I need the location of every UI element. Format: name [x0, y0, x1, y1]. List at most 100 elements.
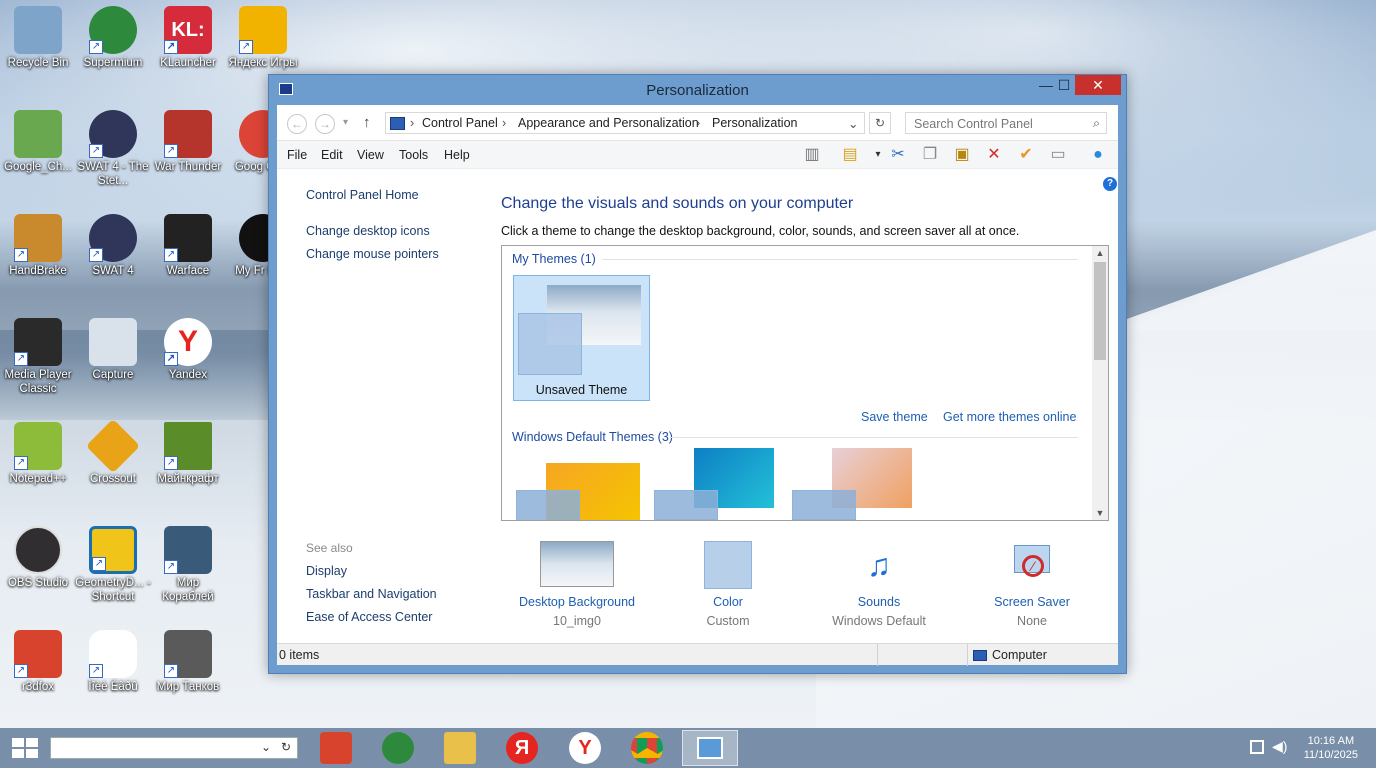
menu-tools[interactable]: Tools — [399, 148, 428, 162]
taskbar-search-input[interactable]: ⌄ ↻ — [50, 737, 298, 759]
change-mouse-pointers-link[interactable]: Change mouse pointers — [306, 247, 439, 261]
desktop-icon-my-games[interactable]: ↗ Ìîèè Èãðû — [75, 630, 151, 694]
taskbar-yandex-icon[interactable]: Я — [506, 732, 538, 764]
taskbar-yandex-browser-icon[interactable]: Y — [569, 732, 601, 764]
windows-start-icon[interactable] — [12, 738, 38, 758]
unsaved-theme-tile[interactable]: Unsaved Theme — [513, 275, 650, 401]
breadcrumb[interactable]: › Control Panel › Appearance and Persona… — [385, 112, 865, 134]
recent-locations-chevron-icon[interactable]: ▾ — [343, 117, 348, 128]
desktop-icon-mir-korabley[interactable]: ↗ Мир Кораблей — [150, 526, 226, 604]
shortcut-arrow-icon: ↗ — [164, 456, 178, 470]
rename-icon[interactable]: ▭ — [1047, 145, 1069, 165]
search-refresh-icon[interactable]: ↻ — [281, 740, 291, 754]
scrollbar-thumb[interactable] — [1094, 262, 1106, 360]
close-button[interactable]: ✕ — [1075, 75, 1121, 95]
checkmark-icon[interactable]: ✔ — [1015, 145, 1037, 165]
paste-icon[interactable]: ▣ — [951, 145, 973, 165]
refresh-icon[interactable]: ↻ — [869, 112, 891, 134]
taskbar-supermium-icon[interactable] — [382, 732, 414, 764]
save-theme-link[interactable]: Save theme — [861, 410, 928, 424]
desktop-icon-geometry-dash[interactable]: ↗ GeometryD... - Shortcut — [75, 526, 151, 604]
volume-icon[interactable]: ◀) — [1272, 738, 1287, 755]
desktop-icon-swat4-stetchkov[interactable]: ↗ SWAT 4 - The Stet... — [75, 110, 151, 188]
menu-help[interactable]: Help — [444, 148, 470, 162]
theme-tile-flowers[interactable] — [792, 448, 916, 520]
up-arrow-icon[interactable]: ↑ — [363, 114, 371, 131]
scroll-up-arrow-icon[interactable]: ▲ — [1092, 248, 1108, 258]
desktop-icon-notepad-plus-plus[interactable]: ↗ Notepad++ — [0, 422, 76, 486]
forward-arrow-icon[interactable]: → — [315, 114, 335, 134]
taskbar-r3dfox-icon[interactable] — [320, 732, 352, 764]
desktop-icon-klauncher[interactable]: KL: ↗ KLauncher — [150, 6, 226, 70]
tanks-icon: ↗ — [164, 630, 212, 678]
desktop-icon-capture[interactable]: Capture — [75, 318, 151, 382]
search-dropdown-chevron-icon[interactable]: ⌄ — [261, 740, 271, 754]
desktop-icon-supermium[interactable]: ↗ Supermium — [75, 6, 151, 70]
breadcrumb-appearance[interactable]: Appearance and Personalization — [518, 116, 699, 130]
layout-pane-icon[interactable]: ▥ — [801, 145, 823, 165]
desktop-icon-yandex-games[interactable]: ↗ Яндекс Игры — [225, 6, 301, 70]
desktop-icon-swat4[interactable]: ↗ SWAT 4 — [75, 214, 151, 278]
sounds-value: Windows Default — [832, 614, 926, 628]
menu-bar: File Edit View Tools Help ▥ ▤ ▾ ✂ ❐ ▣ ✕ … — [277, 141, 1118, 169]
properties-folder-icon[interactable]: ▤ — [839, 145, 861, 165]
change-desktop-icons-link[interactable]: Change desktop icons — [306, 224, 430, 238]
search-input[interactable]: Search Control Panel ⌕ — [905, 112, 1107, 134]
supermium-icon: ↗ — [89, 6, 137, 54]
desktop-icon-warface[interactable]: ↗ Warface — [150, 214, 226, 278]
control-panel-home-link[interactable]: Control Panel Home — [306, 188, 419, 202]
desktop-icon-handbrake[interactable]: ↗ HandBrake — [0, 214, 76, 278]
help-icon[interactable]: ? — [1103, 177, 1117, 191]
get-more-themes-link[interactable]: Get more themes online — [943, 410, 1076, 424]
desktop-icon-google-chrome-setup[interactable]: Google_Ch... — [0, 110, 76, 174]
desktop-icon-mir-tankov[interactable]: ↗ Мир Танков — [150, 630, 226, 694]
desktop-icon-media-player-classic[interactable]: ↗ Media Player Classic — [0, 318, 76, 396]
ease-of-access-link[interactable]: Ease of Access Center — [306, 610, 432, 624]
computer-icon — [973, 650, 987, 661]
breadcrumb-personalization[interactable]: Personalization — [712, 116, 797, 130]
theme-tile-windows[interactable] — [516, 463, 640, 520]
themes-scrollbar[interactable]: ▲ ▼ — [1092, 246, 1108, 520]
shortcut-arrow-icon: ↗ — [164, 144, 178, 158]
properties-dropdown-icon[interactable]: ▾ — [867, 145, 889, 165]
desktop-background-tile[interactable]: Desktop Background 10_img0 — [501, 541, 653, 628]
taskbar-chrome-icon[interactable] — [631, 732, 663, 764]
desktop-icon-yandex[interactable]: Y ↗ Yandex — [150, 318, 226, 382]
menu-view[interactable]: View — [357, 148, 384, 162]
window-titlebar[interactable]: Personalization — ☐ ✕ — [269, 75, 1126, 105]
shortcut-arrow-icon: ↗ — [92, 557, 106, 571]
menu-edit[interactable]: Edit — [321, 148, 343, 162]
breadcrumb-separator-icon: › — [410, 116, 415, 130]
menu-file[interactable]: File — [287, 148, 307, 162]
desktop-icon-obs-studio[interactable]: OBS Studio — [0, 526, 76, 590]
breadcrumb-control-panel[interactable]: Control Panel — [422, 116, 498, 130]
desktop-icon-war-thunder[interactable]: ↗ War Thunder — [150, 110, 226, 174]
taskbar-file-explorer-icon[interactable] — [444, 732, 476, 764]
desktop-icon-r3dfox[interactable]: ↗ r3dfox — [0, 630, 76, 694]
desktop-icon-minecraft[interactable]: ↗ Майнкрафт — [150, 422, 226, 486]
address-bar: ← → ▾ ↑ › Control Panel › Appearance and… — [277, 105, 1118, 141]
network-icon[interactable] — [1250, 740, 1264, 754]
scroll-down-arrow-icon[interactable]: ▼ — [1092, 508, 1108, 518]
delete-icon[interactable]: ✕ — [983, 145, 1005, 165]
group-divider — [602, 259, 1078, 260]
globe-icon[interactable]: ● — [1087, 145, 1109, 165]
color-wheel-icon — [516, 490, 580, 520]
themes-list[interactable]: My Themes (1) Unsaved Theme Save theme G… — [501, 245, 1109, 521]
color-tile[interactable]: Color Custom — [673, 541, 783, 628]
color-value: Custom — [706, 614, 750, 628]
desktop-icon-recycle-bin[interactable]: Recycle Bin — [0, 6, 76, 70]
taskbar-clock[interactable]: 10:16 AM 11/10/2025 — [1304, 734, 1358, 762]
taskbar-navigation-link[interactable]: Taskbar and Navigation — [306, 587, 437, 601]
address-dropdown-chevron-icon[interactable]: ⌄ — [848, 116, 858, 131]
back-arrow-icon[interactable]: ← — [287, 114, 307, 134]
sounds-tile[interactable]: ♫ Sounds Windows Default — [809, 541, 949, 628]
shortcut-arrow-icon: ↗ — [14, 664, 28, 678]
copy-icon[interactable]: ❐ — [919, 145, 941, 165]
cut-icon[interactable]: ✂ — [887, 145, 909, 165]
theme-tile-lines-colors[interactable] — [654, 448, 778, 520]
screen-saver-tile[interactable]: ⁄ Screen Saver None — [977, 541, 1087, 628]
taskbar-control-panel-button[interactable] — [682, 730, 738, 766]
desktop-icon-crossout[interactable]: Crossout — [75, 418, 151, 486]
display-link[interactable]: Display — [306, 564, 347, 578]
